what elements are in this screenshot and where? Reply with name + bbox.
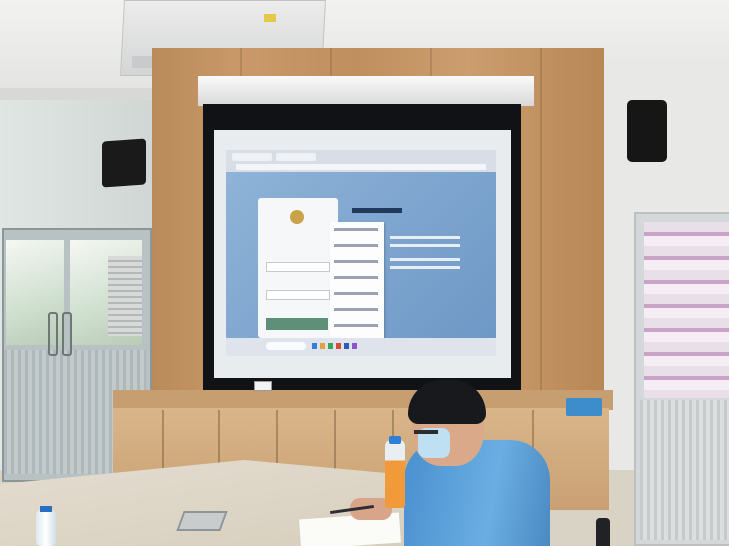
projected-text-line bbox=[390, 236, 460, 239]
projected-taskbar-icon bbox=[344, 343, 349, 349]
window-curtain bbox=[644, 222, 729, 398]
left-speaker bbox=[102, 138, 146, 188]
chair-back bbox=[596, 518, 610, 546]
projected-taskbar-icon bbox=[328, 343, 333, 349]
projected-text-line bbox=[390, 244, 460, 247]
power-outlet bbox=[254, 381, 272, 391]
right-speaker bbox=[627, 100, 667, 162]
projected-text-line bbox=[390, 258, 460, 261]
table-cable-port bbox=[176, 511, 228, 531]
bottle-cap bbox=[389, 436, 401, 444]
meeting-room-photo bbox=[0, 0, 729, 546]
orange-drink-bottle bbox=[385, 440, 405, 508]
projected-browser-tab bbox=[276, 153, 316, 161]
projected-dropdown-row bbox=[334, 308, 378, 311]
wood-seam bbox=[540, 48, 542, 410]
door-handle bbox=[62, 312, 72, 356]
window-lower-panel bbox=[640, 400, 729, 540]
glasses bbox=[414, 430, 438, 434]
projected-taskbar-icon bbox=[320, 343, 325, 349]
projected-taskbar-search bbox=[266, 342, 306, 350]
projected-dropdown-row bbox=[334, 244, 378, 247]
projected-dropdown-row bbox=[334, 260, 378, 263]
air-conditioner-badge bbox=[264, 14, 276, 22]
projected-login-button bbox=[266, 318, 328, 330]
projected-password-field bbox=[266, 290, 330, 300]
projected-dropdown-row bbox=[334, 228, 378, 231]
bottle-cap bbox=[40, 506, 52, 512]
door-handle bbox=[48, 312, 58, 356]
projected-dropdown-popup bbox=[330, 222, 384, 340]
projected-taskbar-icon bbox=[312, 343, 317, 349]
projected-taskbar-icon bbox=[336, 343, 341, 349]
projected-dropdown-row bbox=[334, 276, 378, 279]
projected-taskbar-icon bbox=[352, 343, 357, 349]
projected-browser-tab bbox=[232, 153, 272, 161]
projected-text-line bbox=[390, 266, 460, 269]
projected-logo-icon bbox=[290, 210, 304, 224]
blue-tissue-box bbox=[566, 398, 602, 416]
clear-water-bottle bbox=[36, 510, 56, 546]
projected-dropdown-row bbox=[334, 324, 378, 327]
projector-screen-housing bbox=[198, 76, 534, 106]
projected-address-bar bbox=[236, 164, 486, 170]
projected-page-heading bbox=[352, 208, 402, 213]
cabinet-top bbox=[113, 390, 613, 410]
projected-username-field bbox=[266, 262, 330, 272]
projected-dropdown-row bbox=[334, 292, 378, 295]
window-blind bbox=[108, 256, 142, 336]
